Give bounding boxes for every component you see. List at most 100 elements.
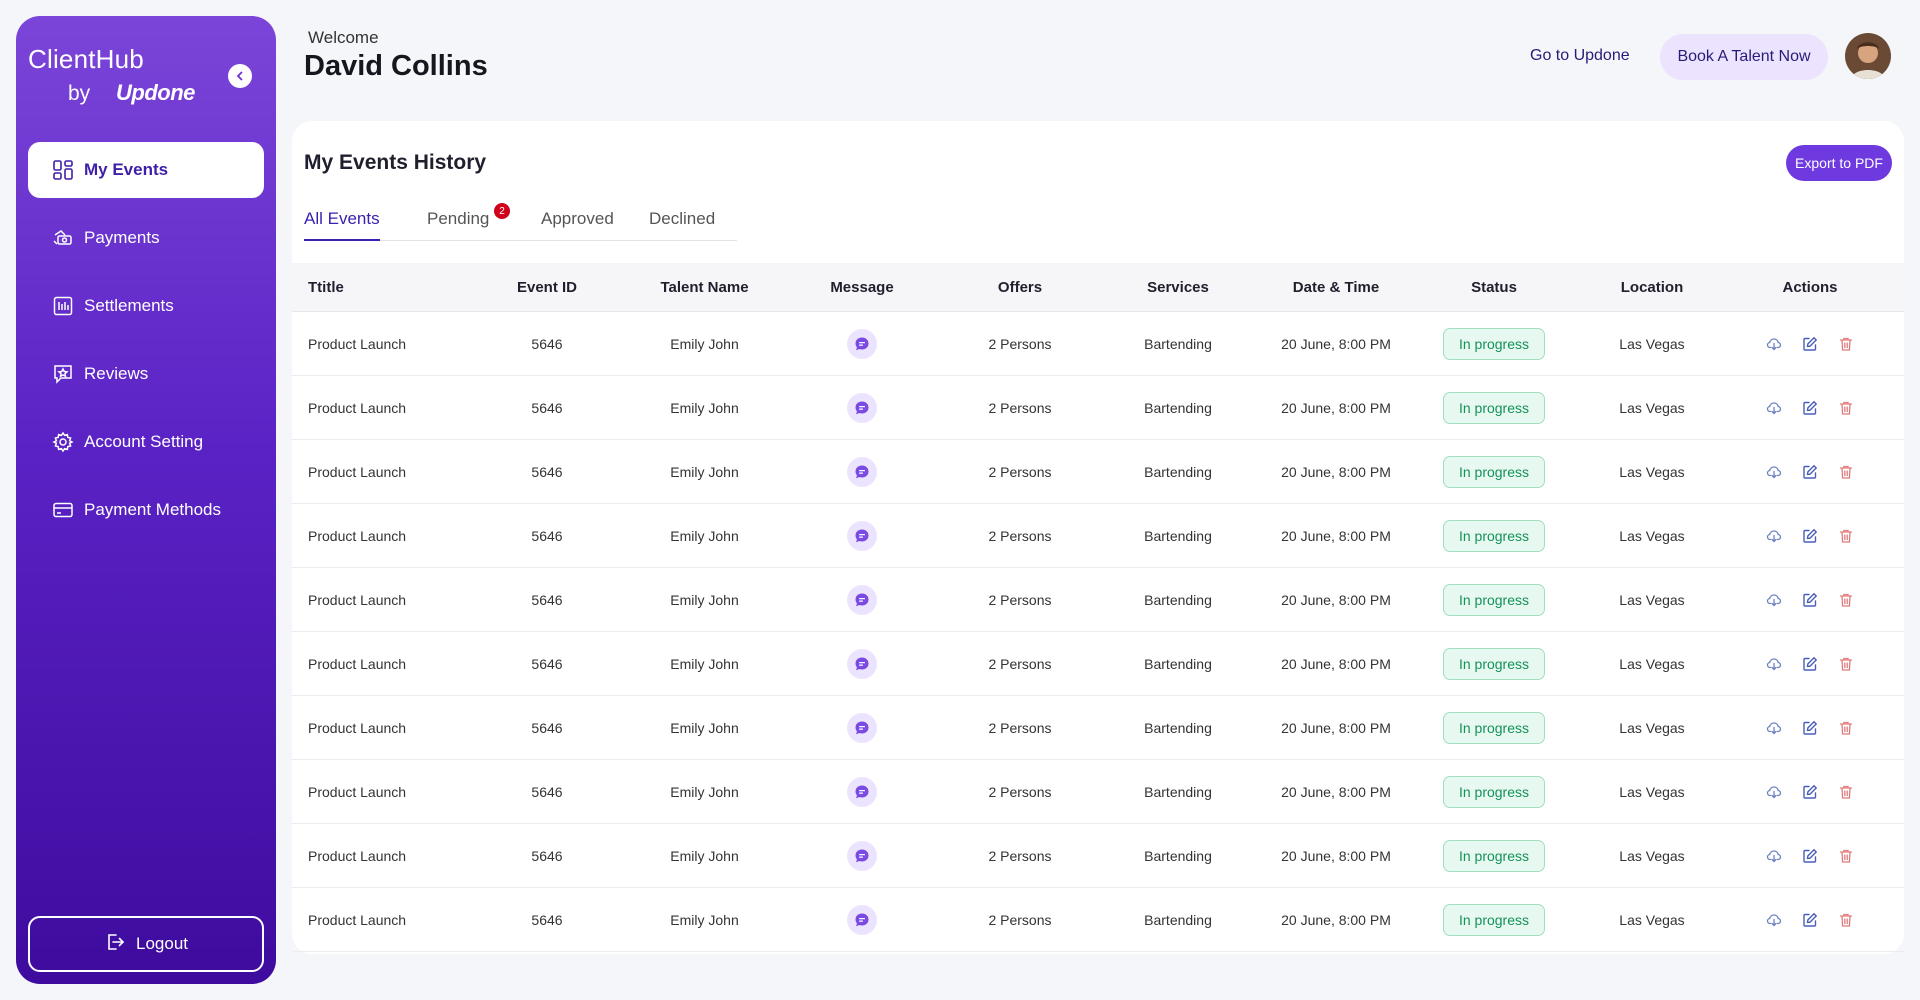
cell-message [807,456,917,487]
column-header-status: Status [1471,278,1517,296]
table-row[interactable]: Product Launch 5646 Emily John 2 Persons… [292,312,1904,376]
cell-event-id: 5646 [531,655,563,672]
cell-services: Bartending [1144,847,1212,864]
delete-icon[interactable] [1837,911,1855,929]
table-header: Ttitle Event ID Talent Name Message Offe… [292,263,1904,312]
column-header-services: Services [1147,278,1209,296]
cell-actions [1755,527,1865,545]
tab-approved[interactable]: Approved [541,209,614,241]
message-icon[interactable] [847,648,877,679]
cell-event-id: 5646 [531,335,563,352]
cell-talent-name: Emily John [670,463,739,480]
table-row[interactable]: Product Launch 5646 Emily John 2 Persons… [292,696,1904,760]
status-badge: In progress [1442,391,1546,424]
cell-talent-name: Emily John [670,591,739,608]
table-row[interactable]: Product Launch 5646 Emily John 2 Persons… [292,440,1904,504]
updone-logo: Updone [116,80,195,105]
cell-offers: 2 Persons [988,655,1052,672]
table-row[interactable]: Product Launch 5646 Emily John 2 Persons… [292,568,1904,632]
table-row[interactable]: Product Launch 5646 Emily John 2 Persons… [292,888,1904,952]
cell-status: In progress [1439,903,1549,936]
sidebar-item-my-events[interactable]: My Events [28,142,264,198]
download-icon[interactable] [1765,335,1783,353]
table-row[interactable]: Product Launch 5646 Emily John 2 Persons… [292,760,1904,824]
cell-status: In progress [1439,775,1549,808]
table-row[interactable]: Product Launch 5646 Emily John 2 Persons… [292,824,1904,888]
delete-icon[interactable] [1837,847,1855,865]
message-icon[interactable] [847,328,877,359]
delete-icon[interactable] [1837,783,1855,801]
download-icon[interactable] [1765,463,1783,481]
edit-icon[interactable] [1801,655,1819,673]
delete-icon[interactable] [1837,399,1855,417]
tab-pending[interactable]: Pending [427,209,489,241]
edit-icon[interactable] [1801,335,1819,353]
cell-location: Las Vegas [1619,591,1685,608]
message-icon[interactable] [847,520,877,551]
cell-message [807,712,917,743]
go-to-updone-link[interactable]: Go to Updone [1530,47,1630,65]
sidebar-item-reviews[interactable]: Reviews [28,346,264,402]
edit-icon[interactable] [1801,591,1819,609]
table-row[interactable]: Product Launch 5646 Emily John 2 Persons… [292,632,1904,696]
download-icon[interactable] [1765,911,1783,929]
cell-actions [1755,399,1865,417]
edit-icon[interactable] [1801,463,1819,481]
brand-logo[interactable]: ClientHub by Updone [28,30,264,110]
cell-title: Product Launch [308,911,407,928]
download-icon[interactable] [1765,527,1783,545]
status-badge: In progress [1442,519,1546,552]
column-header-talent-name: Talent Name [660,278,749,296]
gear-icon [52,431,74,453]
delete-icon[interactable] [1837,335,1855,353]
table-row[interactable]: Product Launch 5646 Emily John 2 Persons… [292,376,1904,440]
sidebar-item-settlements[interactable]: Settlements [28,278,264,334]
download-icon[interactable] [1765,655,1783,673]
logout-button[interactable]: Logout [28,916,264,972]
download-icon[interactable] [1765,719,1783,737]
cell-message [807,648,917,679]
avatar[interactable] [1845,33,1891,79]
table-row[interactable]: Product Launch 5646 Emily John 2 Persons… [292,504,1904,568]
delete-icon[interactable] [1837,591,1855,609]
message-icon[interactable] [847,584,877,615]
sidebar-item-payments[interactable]: Payments [28,210,264,266]
ledger-icon [52,295,74,317]
column-header-actions: Actions [1782,278,1838,296]
message-icon[interactable] [847,904,877,935]
sidebar-item-payment-methods[interactable]: Payment Methods [28,482,264,538]
message-icon[interactable] [847,712,877,743]
edit-icon[interactable] [1801,783,1819,801]
cell-actions [1755,335,1865,353]
delete-icon[interactable] [1837,463,1855,481]
message-icon[interactable] [847,776,877,807]
export-pdf-button[interactable]: Export to PDF [1786,145,1892,181]
edit-icon[interactable] [1801,527,1819,545]
tab-all-events[interactable]: All Events [304,209,380,241]
message-icon[interactable] [847,456,877,487]
download-icon[interactable] [1765,783,1783,801]
cell-date-time: 20 June, 8:00 PM [1281,719,1391,736]
message-icon[interactable] [847,392,877,423]
message-icon[interactable] [847,840,877,871]
delete-icon[interactable] [1837,719,1855,737]
download-icon[interactable] [1765,399,1783,417]
status-badge: In progress [1442,903,1546,936]
cell-message [807,328,917,359]
download-icon[interactable] [1765,847,1783,865]
edit-icon[interactable] [1801,847,1819,865]
delete-icon[interactable] [1837,527,1855,545]
cell-status: In progress [1439,455,1549,488]
book-talent-button[interactable]: Book A Talent Now [1660,34,1828,80]
edit-icon[interactable] [1801,399,1819,417]
collapse-sidebar-button[interactable] [228,64,252,88]
cell-actions [1755,911,1865,929]
tab-declined[interactable]: Declined [649,209,715,241]
cell-title: Product Launch [308,463,407,480]
download-icon[interactable] [1765,591,1783,609]
cell-title: Product Launch [308,847,407,864]
delete-icon[interactable] [1837,655,1855,673]
edit-icon[interactable] [1801,719,1819,737]
sidebar-item-account-setting[interactable]: Account Setting [28,414,264,470]
edit-icon[interactable] [1801,911,1819,929]
